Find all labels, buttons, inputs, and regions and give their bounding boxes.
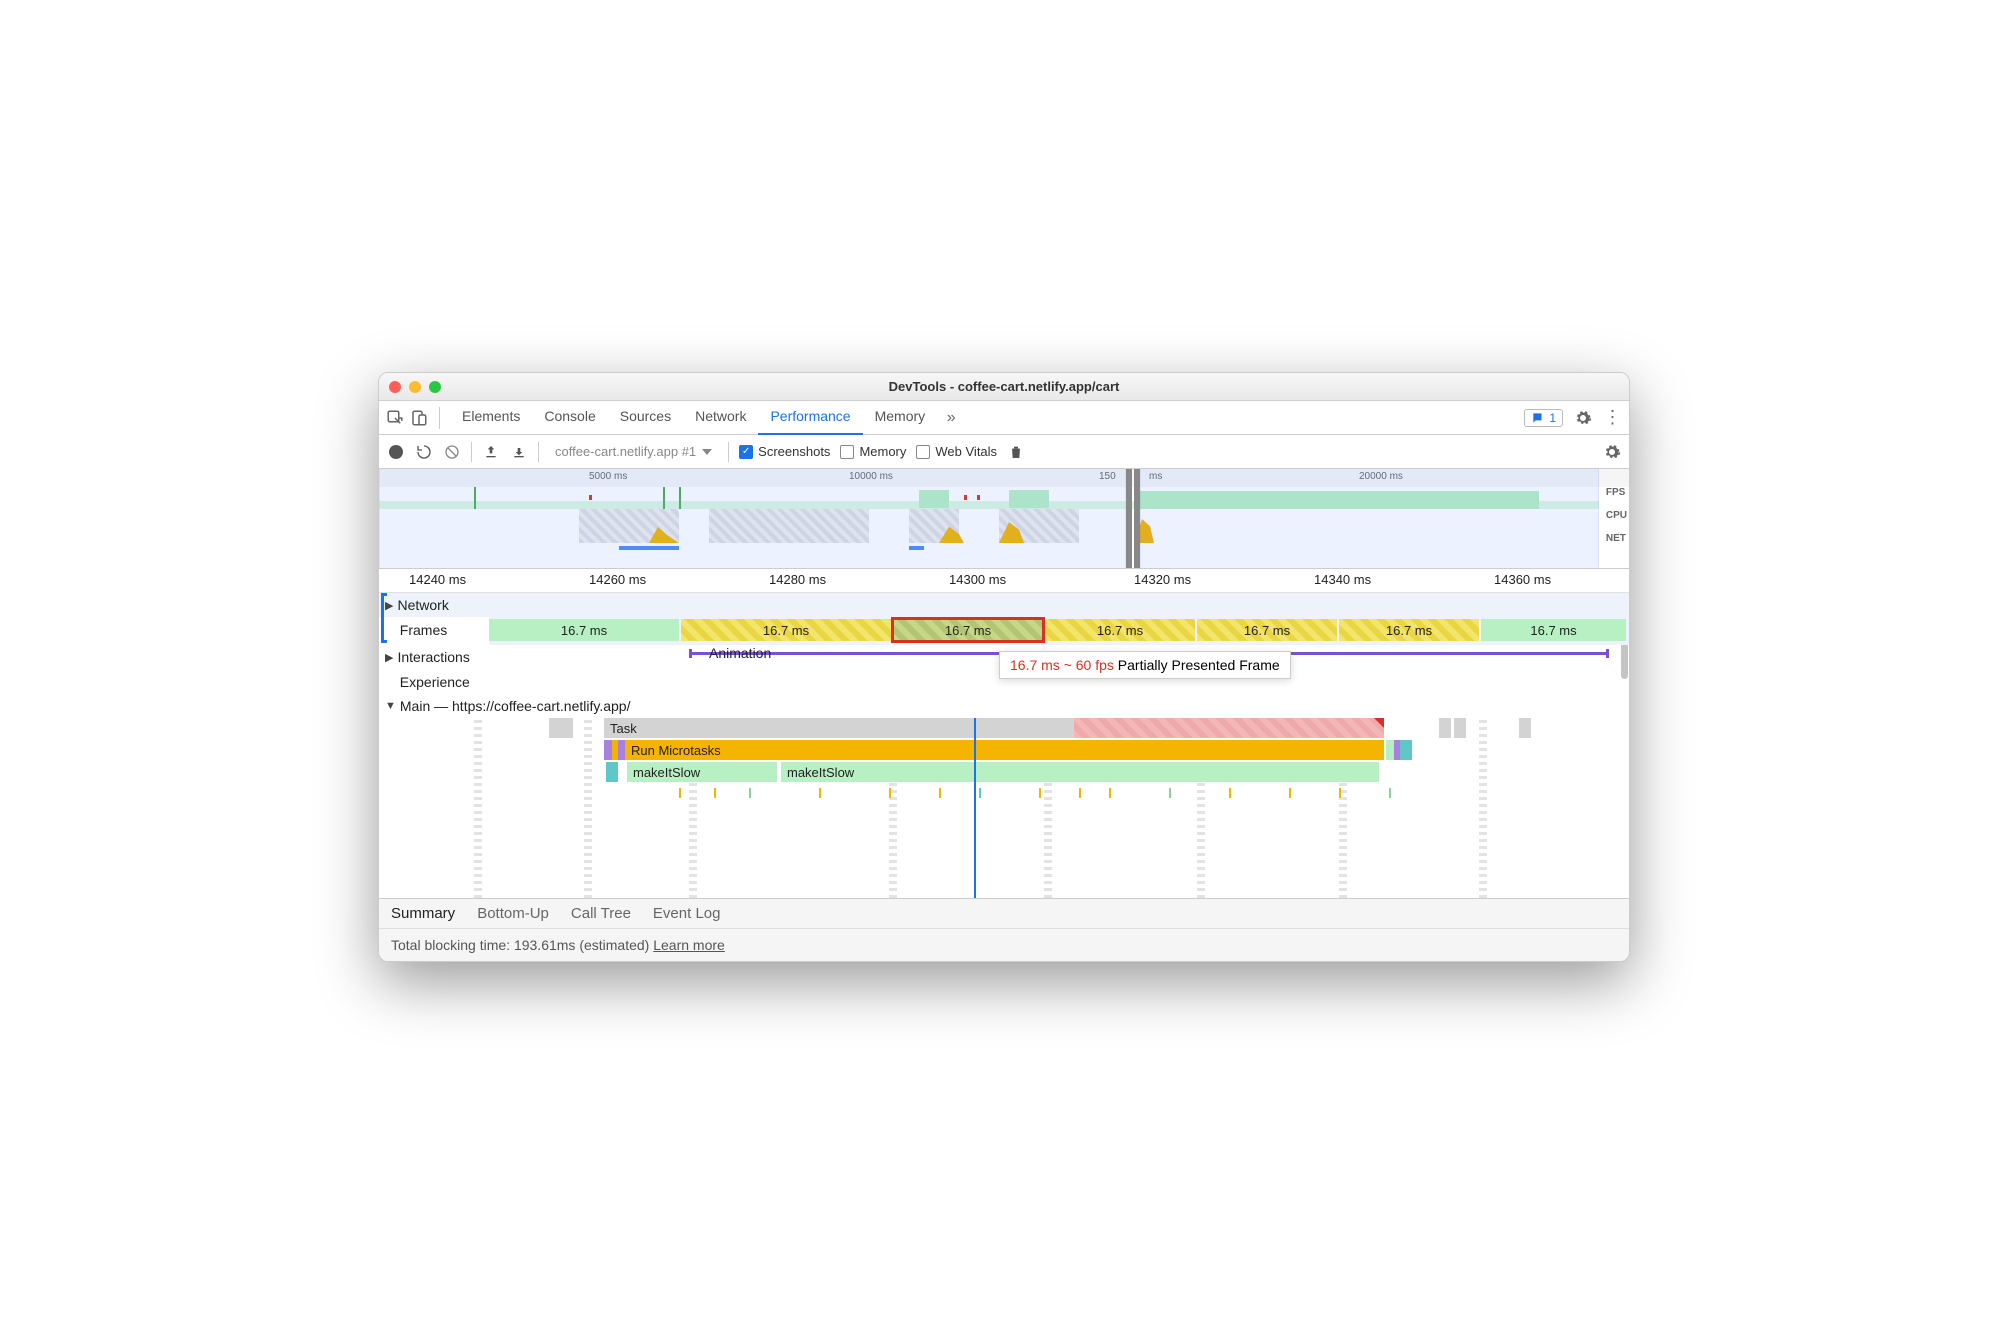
detail-tabs: Summary Bottom-Up Call Tree Event Log: [379, 898, 1629, 928]
perf-toolbar: coffee-cart.netlify.app #1 Screenshots M…: [379, 435, 1629, 469]
flame-fn[interactable]: makeItSlow: [627, 762, 777, 782]
titlebar: DevTools - coffee-cart.netlify.app/cart: [379, 373, 1629, 401]
track-main-header[interactable]: ▼Main — https://coffee-cart.netlify.app/: [379, 694, 1629, 718]
screenshots-checkbox[interactable]: Screenshots: [739, 444, 830, 459]
overview-strip[interactable]: 5000 ms 10000 ms 150 ms 20000 ms: [379, 469, 1629, 569]
inspect-icon[interactable]: [385, 408, 405, 428]
disclosure-right-icon[interactable]: ▶: [385, 651, 393, 664]
panel-tab-list: Elements Console Sources Network Perform…: [450, 400, 937, 435]
close-window-button[interactable]: [389, 381, 401, 393]
frame-block[interactable]: 16.7 ms: [681, 619, 891, 641]
detail-tab-bottomup[interactable]: Bottom-Up: [477, 905, 549, 922]
track-frames[interactable]: ▶ Frames ns 16.7 ms 16.7 ms 16.7 ms 16.7…: [379, 617, 1629, 645]
kebab-menu-icon[interactable]: ⋮: [1603, 408, 1623, 428]
maximize-window-button[interactable]: [429, 381, 441, 393]
gc-icon[interactable]: [1007, 443, 1025, 461]
detail-tab-summary[interactable]: Summary: [391, 905, 455, 922]
blocking-time-text: Total blocking time: 193.61ms (estimated…: [391, 937, 649, 953]
upload-profile-icon[interactable]: [482, 443, 500, 461]
issues-badge[interactable]: 1: [1524, 409, 1563, 427]
settings-icon[interactable]: [1573, 408, 1593, 428]
device-toolbar-icon[interactable]: [409, 408, 429, 428]
memory-checkbox[interactable]: Memory: [840, 444, 906, 459]
statusbar: Total blocking time: 193.61ms (estimated…: [379, 928, 1629, 961]
playhead[interactable]: [974, 718, 976, 898]
flame-task-long[interactable]: [1074, 718, 1384, 738]
download-profile-icon[interactable]: [510, 443, 528, 461]
animation-label: Animation: [709, 645, 771, 661]
flame-microtasks[interactable]: Run Microtasks: [625, 740, 1384, 760]
divider: [439, 407, 440, 429]
reload-record-button[interactable]: [415, 443, 433, 461]
frame-block[interactable]: 16.7 ms: [1481, 619, 1626, 641]
tab-elements[interactable]: Elements: [450, 400, 532, 435]
time-ruler: 14240 ms 14260 ms 14280 ms 14300 ms 1432…: [379, 569, 1629, 593]
traffic-lights: [389, 381, 441, 393]
webvitals-checkbox[interactable]: Web Vitals: [916, 444, 997, 459]
clear-button[interactable]: [443, 443, 461, 461]
tab-console[interactable]: Console: [532, 400, 607, 435]
detail-tab-calltree[interactable]: Call Tree: [571, 905, 631, 922]
chevron-down-icon: [702, 449, 712, 455]
issues-count: 1: [1549, 411, 1556, 425]
window-title: DevTools - coffee-cart.netlify.app/cart: [889, 379, 1120, 394]
recording-selector[interactable]: coffee-cart.netlify.app #1: [549, 442, 718, 461]
minimize-window-button[interactable]: [409, 381, 421, 393]
frame-block[interactable]: 16.7 ms: [1197, 619, 1337, 641]
track-network[interactable]: ▶Network: [379, 593, 1629, 617]
frame-tooltip: 16.7 ms ~ 60 fps Partially Presented Fra…: [999, 651, 1291, 679]
flame-fn[interactable]: makeItSlow: [781, 762, 1379, 782]
more-tabs-icon[interactable]: »: [941, 408, 961, 428]
timeline[interactable]: 14240 ms 14260 ms 14280 ms 14300 ms 1432…: [379, 569, 1629, 898]
tab-performance[interactable]: Performance: [758, 400, 862, 435]
flame-chart[interactable]: Task Run Microtasks makeItSlow makeItSlo…: [379, 718, 1629, 898]
frame-block[interactable]: 16.7 ms: [1045, 619, 1195, 641]
tab-sources[interactable]: Sources: [608, 400, 683, 435]
record-button[interactable]: [387, 443, 405, 461]
detail-tab-eventlog[interactable]: Event Log: [653, 905, 721, 922]
frame-block[interactable]: 16.7 ms: [1339, 619, 1479, 641]
tab-memory[interactable]: Memory: [863, 400, 938, 435]
overview-labels: FPS CPU NET: [1606, 487, 1627, 544]
flame-task[interactable]: Task: [604, 718, 1074, 738]
capture-settings-icon[interactable]: [1603, 443, 1621, 461]
devtools-window: DevTools - coffee-cart.netlify.app/cart …: [378, 372, 1630, 962]
learn-more-link[interactable]: Learn more: [653, 937, 725, 953]
recording-name: coffee-cart.netlify.app #1: [555, 444, 696, 459]
long-task-flag-icon: [1374, 718, 1384, 728]
frame-block[interactable]: 16.7 ms: [489, 619, 679, 641]
disclosure-down-icon[interactable]: ▼: [385, 700, 396, 712]
panel-tabs: Elements Console Sources Network Perform…: [379, 401, 1629, 435]
frame-block-selected[interactable]: 16.7 ms: [893, 619, 1043, 641]
overview-handle-left[interactable]: [1126, 469, 1132, 568]
tab-network[interactable]: Network: [683, 400, 758, 435]
